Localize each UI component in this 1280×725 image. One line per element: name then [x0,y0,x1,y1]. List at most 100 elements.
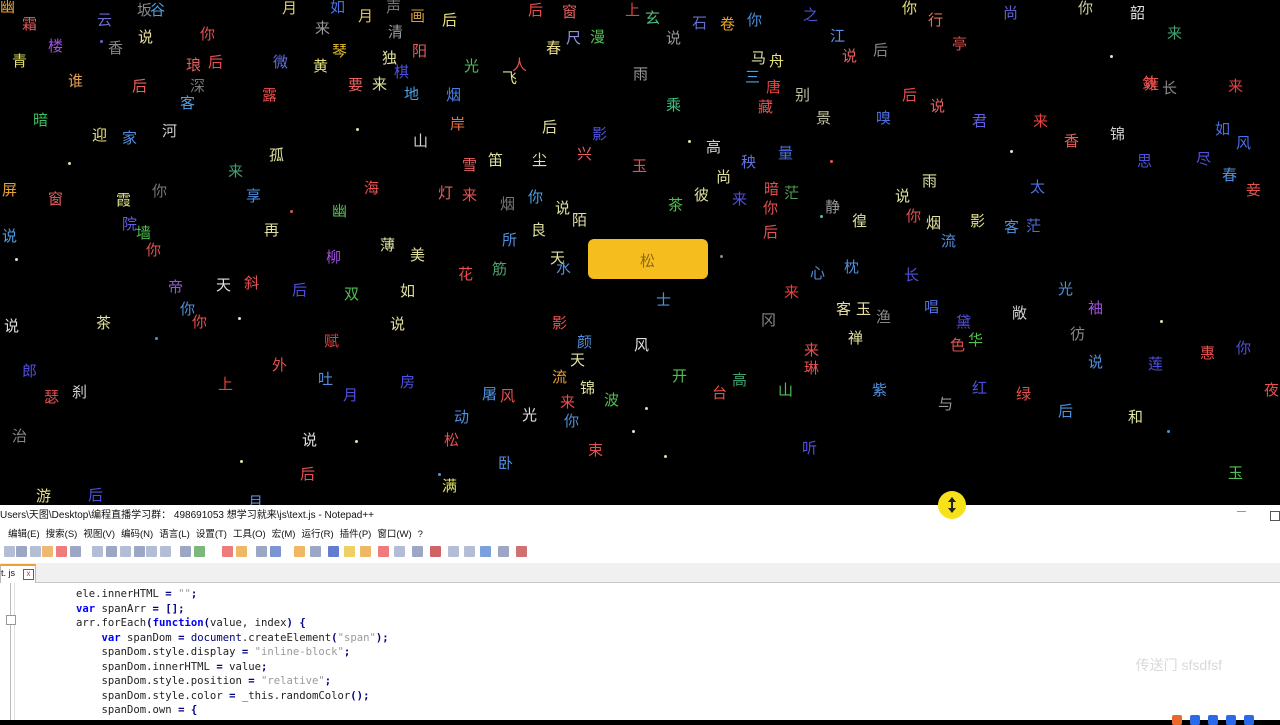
falling-char: 说 [2,227,18,245]
falling-char: 乘 [666,96,682,114]
toolbar-button-icon[interactable] [294,546,305,557]
falling-char: 松 [444,431,460,449]
falling-char: 来 [1228,77,1244,95]
menu-item[interactable]: 运行(R) [301,529,333,540]
menu-item[interactable]: 窗口(W) [377,529,411,540]
toolbar-button-icon[interactable] [194,546,205,557]
code-editor[interactable]: ele.innerHTML = ""; var spanArr = []; arr.… [16,583,1280,720]
particle-dot [290,210,293,213]
menu-item[interactable]: 工具(O) [233,529,266,540]
falling-char: 水 [556,259,572,277]
falling-char: 影 [970,212,986,230]
toolbar-button-icon[interactable] [516,546,527,557]
falling-char: 后 [1058,402,1074,420]
falling-char: 要 [348,76,364,94]
falling-char: 斜 [244,274,260,292]
falling-char: 光 [522,406,538,424]
toolbar-button-icon[interactable] [256,546,267,557]
falling-char: 说 [842,47,858,65]
toolbar-button-icon[interactable] [270,546,281,557]
tab-text-js[interactable]: t. js x [0,564,36,583]
toolbar-button-icon[interactable] [56,546,67,557]
falling-char: 月 [358,7,374,25]
toolbar-button-icon[interactable] [42,546,53,557]
falling-char: 楼 [48,37,64,55]
falling-char: 琴 [332,42,348,60]
falling-char: 禅 [848,329,864,347]
toolbar-button-icon[interactable] [16,546,27,557]
tray-icon[interactable] [1226,715,1236,725]
toolbar-button-icon[interactable] [394,546,405,557]
particle-dot [238,317,241,320]
toolbar-button-icon[interactable] [106,546,117,557]
toolbar-button-icon[interactable] [344,546,355,557]
falling-char: 后 [208,53,224,71]
falling-char: 雨 [633,65,649,83]
particle-dot [1167,430,1170,433]
toolbar-button-icon[interactable] [412,546,423,557]
toolbar-button-icon[interactable] [180,546,191,557]
falling-char: 幽 [332,202,348,220]
particle-dot [720,255,723,258]
falling-char: 说 [1088,353,1104,371]
menu-item[interactable]: 编码(N) [121,529,153,540]
tray-icon[interactable] [1172,715,1182,725]
menu-item[interactable]: 编辑(E) [8,529,40,540]
system-tray [1168,713,1280,725]
toolbar-button-icon[interactable] [448,546,459,557]
toolbar-button-icon[interactable] [378,546,389,557]
particle-dot [155,337,158,340]
toolbar-button-icon[interactable] [480,546,491,557]
toolbar-button-icon[interactable] [4,546,15,557]
toolbar-button-icon[interactable] [498,546,509,557]
falling-char: 风 [1236,134,1252,152]
falling-char: 来 [784,283,800,301]
falling-char: 影 [552,314,568,332]
center-button[interactable]: 松 [588,239,708,279]
falling-char: 影 [592,125,608,143]
toolbar-button-icon[interactable] [30,546,41,557]
falling-char: 香 [1064,132,1080,150]
falling-char: 景 [816,109,832,127]
tray-icon[interactable] [1244,715,1254,725]
toolbar-button-icon[interactable] [222,546,233,557]
falling-char: 你 [146,241,162,259]
falling-char: 后 [300,465,316,483]
falling-char: 再 [264,221,280,239]
toolbar-button-icon[interactable] [92,546,103,557]
code-line: spanDom.innerHTML = value; [76,660,268,673]
menu-item[interactable]: 插件(P) [340,529,372,540]
falling-char: 薄 [380,236,396,254]
menu-item[interactable]: 搜索(S) [46,529,78,540]
close-tab-icon[interactable]: x [23,569,34,580]
fold-toggle-icon[interactable] [6,615,16,625]
toolbar-button-icon[interactable] [360,546,371,557]
menu-item[interactable]: 语言(L) [159,529,190,540]
falling-char: 你 [747,11,763,29]
toolbar-button-icon[interactable] [310,546,321,557]
maximize-icon[interactable] [1270,511,1280,521]
toolbar-button-icon[interactable] [464,546,475,557]
falling-char: 量 [778,144,794,162]
toolbar-button-icon[interactable] [430,546,441,557]
tray-icon[interactable] [1190,715,1200,725]
falling-char: 微 [273,53,289,71]
falling-char: 琳 [804,359,820,377]
falling-char: 海 [364,179,380,197]
particle-dot [1110,55,1113,58]
code-line: var spanDom = document.createElement("sp… [101,631,389,644]
toolbar-button-icon[interactable] [328,546,339,557]
toolbar-button-icon[interactable] [146,546,157,557]
toolbar-button-icon[interactable] [236,546,247,557]
menu-item[interactable]: ? [418,529,423,540]
toolbar-button-icon[interactable] [160,546,171,557]
toolbar-button-icon[interactable] [134,546,145,557]
menu-item[interactable]: 视图(V) [83,529,115,540]
toolbar-button-icon[interactable] [120,546,131,557]
menu-item[interactable]: 设置(T) [196,529,227,540]
toolbar-button-icon[interactable] [70,546,81,557]
tray-icon[interactable] [1208,715,1218,725]
minimize-icon[interactable] [1237,511,1246,512]
falling-char: 天 [570,351,586,369]
menu-item[interactable]: 宏(M) [272,529,296,540]
